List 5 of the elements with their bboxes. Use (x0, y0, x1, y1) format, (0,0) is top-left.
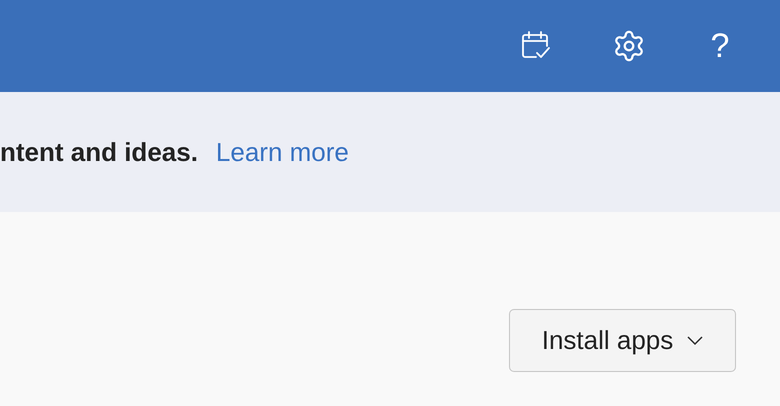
install-apps-button[interactable]: Install apps (509, 309, 736, 372)
help-button[interactable]: ? (705, 29, 735, 63)
learn-more-link[interactable]: Learn more (216, 132, 349, 172)
chevron-down-icon (687, 336, 704, 346)
banner-message: ntent and ideas. (0, 136, 198, 168)
